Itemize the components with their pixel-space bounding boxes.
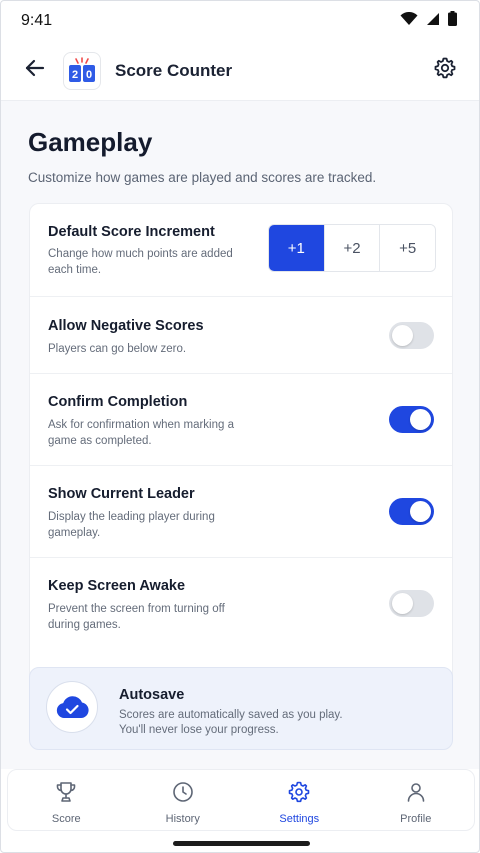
toggle-knob [392,593,413,614]
increment-option-1[interactable]: +1 [269,225,324,271]
signal-icon [426,12,440,31]
increment-description: Change how much points are added each ti… [48,248,233,276]
screen-awake-title: Keep Screen Awake [48,578,186,594]
setting-row-increment: Default Score Increment Change how much … [30,204,452,297]
setting-row-current-leader: Show Current Leader Display the leading … [30,466,452,558]
logo-right-digit: 0 [86,69,92,81]
wifi-icon [400,11,418,31]
current-leader-toggle[interactable] [389,498,434,525]
back-button[interactable] [21,57,49,85]
gear-icon [287,780,311,809]
home-indicator [173,841,310,846]
nav-item-settings[interactable]: Settings [241,770,358,830]
battery-icon [448,11,457,31]
toggle-knob [410,409,431,430]
user-icon [404,780,428,809]
current-leader-description: Display the leading player during gamepl… [48,511,215,539]
cloud-check-icon [46,681,98,733]
bottom-nav: Score History Settings Profile [7,769,475,831]
nav-item-profile[interactable]: Profile [358,770,475,830]
autosave-title: Autosave [119,687,185,703]
settings-content: Gameplay Customize how games are played … [1,101,479,769]
status-bar: 9:41 [1,1,479,41]
increment-selector: +1 +2 +5 [268,224,436,272]
page-subtitle: Customize how games are played and score… [28,170,377,185]
autosave-banner: Autosave Scores are automatically saved … [29,667,453,750]
increment-title: Default Score Increment [48,224,215,240]
logo-left-digit: 2 [72,69,78,81]
nav-label-profile: Profile [400,813,432,825]
header-settings-button[interactable] [431,57,459,85]
clock-icon [171,780,195,809]
toggle-knob [410,501,431,522]
negative-scores-toggle[interactable] [389,322,434,349]
setting-row-screen-awake: Keep Screen Awake Prevent the screen fro… [30,558,452,649]
setting-row-negative-scores: Allow Negative Scores Players can go bel… [30,297,452,374]
screen-awake-toggle[interactable] [389,590,434,617]
nav-label-history: History [165,813,200,825]
toggle-knob [392,325,413,346]
negative-scores-description: Players can go below zero. [48,343,187,355]
increment-option-2[interactable]: +2 [323,225,380,271]
negative-scores-title: Allow Negative Scores [48,318,204,334]
app-logo: 2 0 [63,51,101,90]
app-header: 2 0 Score Counter [1,41,479,101]
nav-item-history[interactable]: History [125,770,242,830]
arrow-left-icon [24,57,46,84]
app-screen: 9:41 2 0 Score Counter Gameplay Customiz… [0,0,480,853]
status-icons [400,11,457,31]
trophy-icon [54,780,78,809]
confirm-completion-toggle[interactable] [389,406,434,433]
increment-option-5[interactable]: +5 [379,225,435,271]
app-title: Score Counter [115,60,233,80]
autosave-description: Scores are automatically saved as you pl… [119,709,343,736]
setting-row-confirm-completion: Confirm Completion Ask for confirmation … [30,374,452,466]
gear-icon [433,56,457,85]
confirm-completion-description: Ask for confirmation when marking a game… [48,419,234,447]
screen-awake-description: Prevent the screen from turning off duri… [48,603,225,631]
nav-label-settings: Settings [279,813,320,825]
status-time: 9:41 [21,12,53,29]
current-leader-title: Show Current Leader [48,486,195,502]
nav-label-score: Score [51,813,81,825]
confirm-completion-title: Confirm Completion [48,394,188,410]
page-title: Gameplay [28,127,153,157]
nav-item-score[interactable]: Score [8,770,125,830]
